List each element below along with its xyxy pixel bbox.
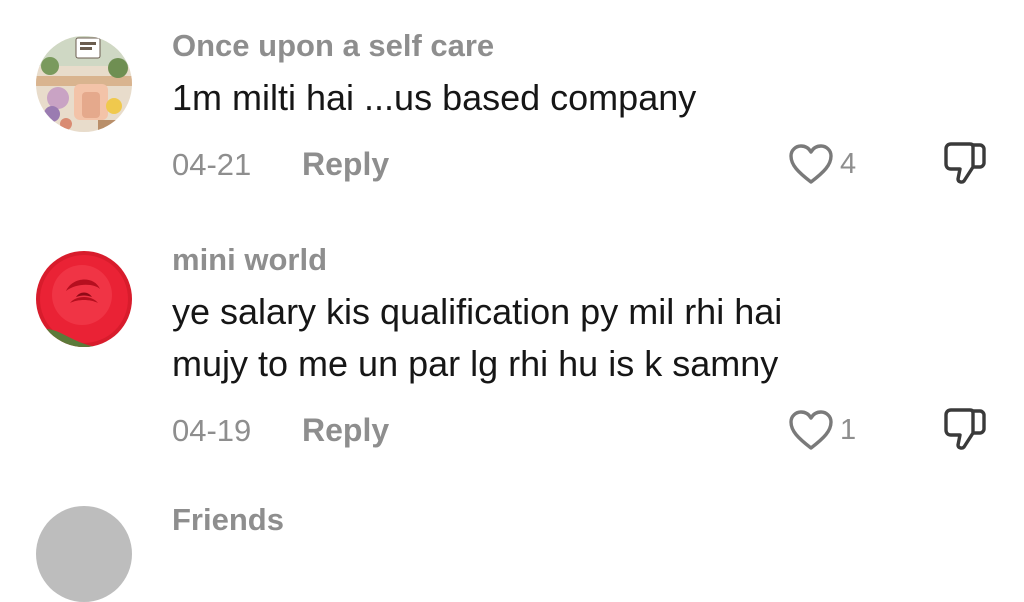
comment-username[interactable]: Friends	[172, 502, 284, 538]
avatar[interactable]	[36, 506, 132, 602]
comment-item: Friends	[0, 0, 1024, 602]
